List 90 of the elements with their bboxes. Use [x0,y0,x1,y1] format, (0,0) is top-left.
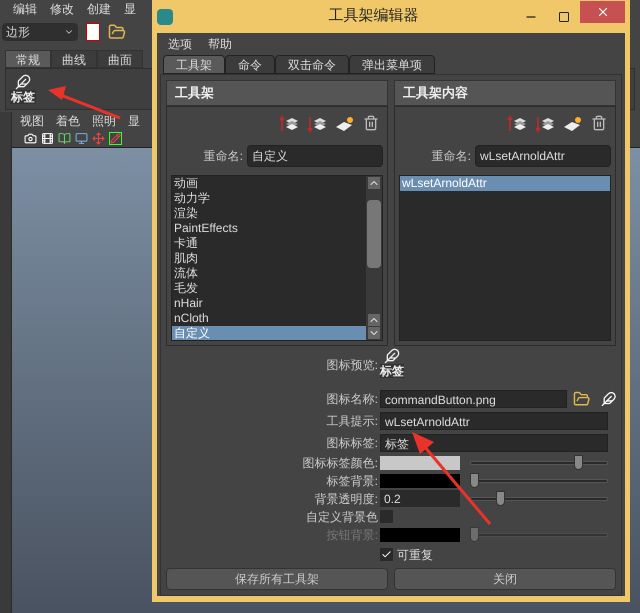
slider-thumb[interactable] [574,455,583,470]
rename-field[interactable]: 自定义 [247,144,383,166]
menu-item[interactable]: 显 [124,0,136,18]
list-item[interactable]: 渲染 [172,206,366,220]
new-shelf-icon[interactable] [335,114,355,132]
field-label: 工具提示: [326,413,378,430]
close-button[interactable] [580,0,625,22]
feather-icon [384,348,400,364]
field-label: 图标标签颜色: [302,454,378,472]
menu-item[interactable]: 着色 [56,112,80,130]
monitor-icon[interactable] [75,132,88,145]
list-item[interactable]: 动画 [172,176,366,190]
slider-track[interactable] [470,491,608,506]
mode-dropdown[interactable]: 边形 [2,23,78,41]
camera-icon[interactable] [24,132,37,145]
move-up-icon[interactable] [507,114,527,132]
window-title: 工具架编辑器 [328,6,420,26]
checkbox[interactable] [380,548,393,561]
text-field[interactable]: commandButton.png [380,390,568,408]
field-label: 图标预览: [326,356,378,374]
shelf-tab[interactable]: 曲面 [97,50,143,68]
shelf-tab[interactable]: 常规 [5,50,51,68]
rename-field[interactable]: wLsetArnoldAttr [475,144,611,166]
list-item[interactable]: 流体 [172,266,366,280]
field-label: 图标名称: [326,391,378,408]
scroll-up-icon[interactable] [368,176,380,188]
checkbox-label: 可重复 [397,546,433,564]
field-label: 标签背景: [326,472,378,490]
scroll-down-icon[interactable] [368,326,380,338]
group-header: 工具架 [166,80,388,106]
move-icon[interactable] [92,132,105,145]
menu-item[interactable]: 创建 [87,0,111,18]
slider-thumb[interactable] [496,491,506,506]
pencil-icon[interactable] [109,132,122,145]
group-header: 工具架内容 [394,80,616,106]
dialog-button[interactable]: 保存所有工具架 [166,568,388,590]
field-label: 自定义背景色 [305,508,378,526]
shelf-tab[interactable]: 曲线 [51,50,97,68]
feather-icon [15,74,31,90]
checkbox[interactable] [380,510,393,523]
list-item[interactable]: 卡通 [172,236,366,250]
scroll-thumb[interactable] [367,200,381,268]
tab[interactable]: 工具架 [163,55,225,74]
menu-item[interactable]: 帮助 [208,35,232,53]
menu-item[interactable]: 显 [128,112,140,130]
slider-thumb[interactable] [470,473,480,488]
menu-item[interactable]: 修改 [50,0,74,18]
move-up-icon[interactable] [279,114,299,132]
dialog-button[interactable]: 关闭 [394,568,616,590]
field-label: 背景透明度: [314,490,378,508]
pdf-icon[interactable] [86,23,100,41]
move-down-icon[interactable] [535,114,555,132]
delete-icon[interactable] [363,114,379,130]
tab[interactable]: 命令 [225,55,275,74]
film-icon[interactable] [41,132,54,145]
list-item[interactable]: PaintEffects [172,220,366,236]
slider-track[interactable] [470,527,608,542]
rename-label: 重命名: [430,148,471,164]
color-swatch[interactable] [380,474,460,488]
move-down-icon[interactable] [307,114,327,132]
book-icon[interactable] [58,132,71,145]
menu-item[interactable]: 编辑 [13,0,37,18]
delete-icon[interactable] [591,114,607,130]
tab[interactable]: 双击命令 [275,55,349,74]
text-field[interactable]: wLsetArnoldAttr [380,412,608,430]
maximize-icon[interactable] [558,10,570,22]
list-item[interactable]: 动力学 [172,190,366,206]
list-item[interactable]: 毛发 [172,280,366,296]
menu-item[interactable]: 视图 [20,112,44,130]
folder-icon[interactable] [108,23,126,41]
color-swatch[interactable] [380,456,460,470]
preview-caption: 标签 [380,364,404,378]
scrollbar[interactable] [366,176,382,340]
folder-icon[interactable] [573,390,591,408]
list-item[interactable]: nHair [172,296,366,310]
value-field[interactable]: 0.2 [380,490,460,507]
shelf-button[interactable]: 标签 [10,74,36,104]
slider-track[interactable] [470,455,608,470]
new-shelf-icon[interactable] [563,114,583,132]
slider-track[interactable] [470,473,608,488]
menu-item[interactable]: 选项 [168,35,192,53]
feather-icon[interactable] [600,391,616,407]
list-item[interactable]: 肌肉 [172,250,366,266]
tab[interactable]: 弹出菜单项 [349,55,435,74]
text-field[interactable]: 标签 [380,434,608,452]
app-icon [157,8,173,24]
scroll-up-icon[interactable] [368,314,380,326]
list-item[interactable]: nCloth [172,310,366,326]
field-label: 图标标签: [326,435,378,452]
rename-label: 重命名: [202,148,243,164]
